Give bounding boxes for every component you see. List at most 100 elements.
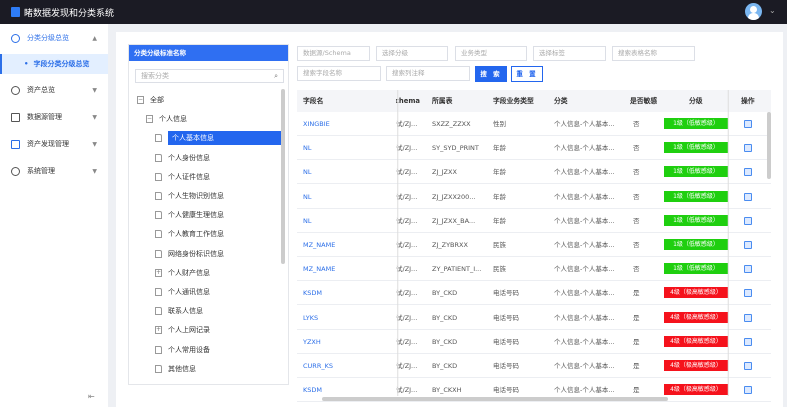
tree-node[interactable]: 联系人信息: [155, 304, 203, 318]
sidebar-item-datasource[interactable]: 数据源管理 ▼: [0, 107, 108, 127]
tag-select[interactable]: 选择标签: [533, 46, 606, 61]
dashboard-icon: [11, 33, 20, 43]
edit-icon[interactable]: [744, 168, 752, 177]
collapse-icon[interactable]: −: [137, 96, 144, 104]
table-cell: ZJ_JZXX200...: [432, 192, 476, 201]
search-button[interactable]: 搜 索: [475, 66, 507, 82]
file-icon: [155, 134, 162, 143]
sensitive-cell: 否: [633, 120, 640, 128]
file-icon: [155, 249, 162, 258]
field-name-link[interactable]: NL: [303, 136, 311, 160]
field-name-link[interactable]: LYKS: [303, 306, 318, 330]
reset-button[interactable]: 重 置: [511, 66, 543, 82]
field-name-link[interactable]: NL: [303, 160, 311, 184]
level-badge: 4级（极高敏感级）: [664, 287, 728, 299]
field-name-input[interactable]: 搜索字段名称: [297, 66, 381, 81]
tree-node[interactable]: + 个人财产信息: [155, 266, 210, 280]
tree-node[interactable]: 个人基本信息: [155, 131, 284, 146]
biz-type-cell: 电话号码: [493, 313, 519, 322]
expand-icon[interactable]: +: [155, 268, 162, 277]
schema-cell: 试/ZJ...: [396, 313, 418, 322]
datasource-select[interactable]: 数据源/Schema: [297, 46, 370, 61]
collapse-sidebar-icon[interactable]: ⇤: [88, 392, 95, 401]
tree-node[interactable]: 个人身份信息: [155, 151, 210, 165]
col-action: 操作: [741, 97, 755, 105]
field-name-link[interactable]: KSDM: [303, 378, 322, 402]
field-name-link[interactable]: XINGBIE: [303, 112, 330, 136]
tree-search-input[interactable]: 搜索分类 ⌕: [135, 69, 284, 83]
table-vertical-scrollbar[interactable]: [767, 112, 771, 179]
edit-icon[interactable]: [744, 362, 752, 370]
level-badge: 4级（极高敏感级）: [664, 335, 728, 347]
field-name-link[interactable]: CURR_KS: [303, 354, 333, 378]
edit-icon[interactable]: [744, 241, 752, 249]
tree-node[interactable]: − 个人信息: [146, 112, 187, 126]
sidebar-item-asset-overview[interactable]: 资产总览 ▼: [0, 80, 108, 100]
tree-node[interactable]: 其他信息: [155, 362, 196, 376]
fixed-column-shadow: [397, 90, 399, 396]
edit-icon[interactable]: [744, 216, 752, 225]
file-icon: [155, 288, 162, 296]
field-name-link[interactable]: MZ_NAME: [303, 233, 335, 257]
tree-node[interactable]: − 全部: [137, 93, 164, 107]
biz-type-cell: 年龄: [493, 216, 506, 225]
file-icon: [155, 364, 162, 373]
tree-title: 分类分级标准名称: [129, 45, 288, 61]
tree-node[interactable]: 个人通讯信息: [155, 285, 210, 299]
schema-cell: 试/ZJ...: [396, 216, 418, 225]
tree-node[interactable]: 个人证件信息: [155, 170, 210, 184]
level-badge: 4级（极高敏感级）: [664, 384, 728, 396]
sensitive-cell: 是: [633, 337, 640, 346]
edit-icon[interactable]: [744, 313, 752, 322]
field-name-link[interactable]: MZ_NAME: [303, 257, 335, 281]
collapse-icon[interactable]: −: [146, 115, 153, 124]
sidebar-item-system[interactable]: 系统管理 ▼: [0, 161, 108, 181]
tree-node[interactable]: + 个人上网记录: [155, 323, 210, 337]
table-row: NL 试/ZJ... ZJ_JZXX_BA... 年龄 个人信息-个人基本... 否 1级（…: [297, 208, 771, 233]
tree-node[interactable]: 个人健康生理信息: [155, 208, 224, 222]
column-comment-input[interactable]: 搜索列注释: [386, 66, 470, 81]
tree-scrollbar[interactable]: [281, 89, 285, 264]
edit-icon[interactable]: [744, 120, 752, 128]
dashboard-icon: [11, 85, 20, 95]
category-cell: 个人信息-个人基本...: [554, 241, 615, 249]
tree-node[interactable]: 网络身份标识信息: [155, 247, 224, 261]
user-avatar[interactable]: [745, 3, 762, 20]
table-row: YZXH 试/ZJ... BY_CKD 电话号码 个人信息-个人基本... 是 4级（极高敏…: [297, 329, 771, 354]
file-icon: [155, 307, 162, 316]
table-cell: ZJ_ZYBRXX: [432, 241, 468, 249]
biz-type-cell: 年龄: [493, 192, 506, 201]
tree-node-label: 个人证件信息: [168, 172, 210, 181]
sensitive-cell: 否: [633, 144, 640, 153]
sidebar-subitem-field-overview[interactable]: • 字段分类分级总览: [0, 54, 108, 74]
schema-cell: 试/ZJ...: [396, 144, 418, 153]
table-name-input[interactable]: 搜索表格名称: [612, 46, 695, 61]
database-icon: [11, 112, 20, 122]
biz-type-cell: 民族: [493, 241, 506, 249]
file-icon: [155, 153, 162, 162]
edit-icon[interactable]: [744, 386, 752, 395]
field-name-link[interactable]: YZXH: [303, 330, 321, 354]
edit-icon[interactable]: [744, 192, 752, 201]
field-name-link[interactable]: NL: [303, 209, 311, 233]
field-name-link[interactable]: KSDM: [303, 281, 322, 305]
sidebar-item-asset-discovery[interactable]: 资产发现管理 ▼: [0, 134, 108, 154]
search-icon[interactable]: ⌕: [274, 70, 278, 82]
tree-node-label: 个人常用设备: [168, 345, 210, 354]
edit-icon[interactable]: [744, 144, 752, 153]
level-badge: 1级（低敏感级）: [664, 142, 728, 154]
level-select[interactable]: 选择分级: [376, 46, 448, 61]
table-horizontal-scrollbar[interactable]: [322, 397, 668, 401]
field-name-link[interactable]: NL: [303, 185, 311, 209]
edit-icon[interactable]: [744, 265, 752, 274]
expand-icon[interactable]: +: [155, 326, 162, 335]
sensitive-cell: 否: [633, 216, 640, 225]
sidebar-item-classification-overview[interactable]: 分类分级总览 ▲: [0, 28, 108, 48]
tree-node[interactable]: 个人教育工作信息: [155, 227, 224, 241]
edit-icon[interactable]: [744, 337, 752, 346]
chevron-down-icon[interactable]: ⌄: [769, 6, 776, 15]
edit-icon[interactable]: [744, 289, 752, 298]
tree-node[interactable]: 个人常用设备: [155, 343, 210, 357]
tree-node[interactable]: 个人生物识别信息: [155, 189, 224, 203]
biz-type-select[interactable]: 业务类型: [455, 46, 527, 61]
